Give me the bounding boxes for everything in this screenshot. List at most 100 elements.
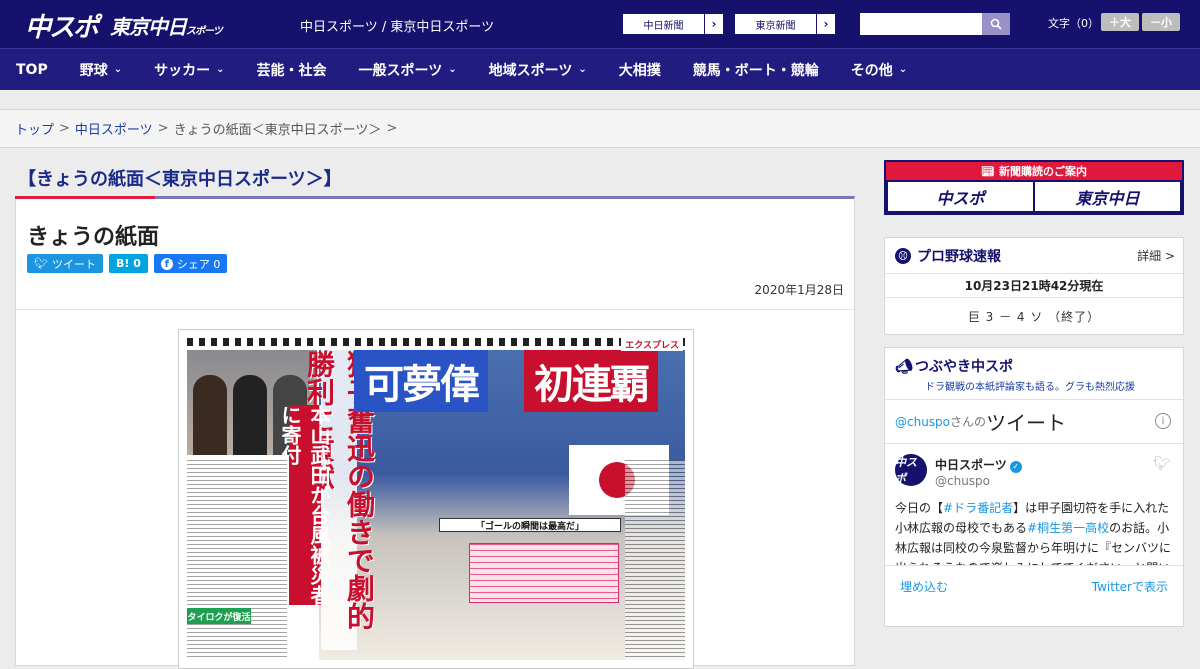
tweet-label: ツイート xyxy=(51,257,96,271)
font-size-label: 文字（0） xyxy=(1048,17,1099,30)
font-smaller-button[interactable]: －小 xyxy=(1142,13,1180,31)
checkered-stripe xyxy=(187,338,685,346)
embed-link[interactable]: 埋め込む xyxy=(900,578,948,595)
score-timestamp: 10月23日21時42分現在 xyxy=(885,274,1183,298)
chevron-down-icon: ⌄ xyxy=(216,64,225,75)
font-larger-button[interactable]: ＋大 xyxy=(1101,13,1139,31)
chevron-down-icon: ⌄ xyxy=(448,64,457,75)
article-title: きょうの紙面 xyxy=(27,225,160,250)
chunichi-shimbun-button[interactable]: 中日新聞 › xyxy=(622,13,724,35)
tweets-by-label: @chuspo さんの ツイート i xyxy=(885,400,1183,444)
tweet-author-handle[interactable]: @chuspo xyxy=(935,474,990,488)
hatena-bookmark-button[interactable]: B! 0 xyxy=(108,254,148,273)
twitter-handle-link[interactable]: @chuspo xyxy=(895,415,950,429)
breadcrumb-separator: > xyxy=(157,121,169,136)
chevron-right-icon: › xyxy=(823,17,829,31)
chevron-right-icon: › xyxy=(711,17,717,31)
main-content: 【きょうの紙面＜東京中日スポーツ＞】 きょうの紙面 🐦︎ ツイート B! 0 f… xyxy=(15,160,855,669)
breadcrumb-separator: > xyxy=(386,121,398,136)
tokyo-chunichi-subscribe-logo[interactable]: 東京中日 xyxy=(1035,182,1180,211)
subscription-heading-label: 新聞購読のご案内 xyxy=(998,165,1087,178)
subscription-logos: 中スポ 東京中日 xyxy=(886,180,1182,213)
nav-item-entertainment[interactable]: 芸能・社会 xyxy=(241,60,343,80)
green-tag: タイロクが復活 xyxy=(187,608,251,624)
breadcrumb: トップ > 中日スポーツ > きょうの紙面＜東京中日スポーツ＞ > xyxy=(0,110,1200,148)
tweets-word: ツイート xyxy=(986,411,1067,435)
baseball-scores-widget: ⚾︎ プロ野球速報 詳細 > 10月23日21時42分現在 巨 3 － 4 ソ … xyxy=(884,237,1184,335)
handle-suffix: さんの xyxy=(950,415,987,429)
info-icon[interactable]: i xyxy=(1155,413,1171,429)
headline-red: 初連覇 xyxy=(524,350,658,412)
avatar[interactable]: 中スポ xyxy=(895,454,927,486)
nav-label: 大相撲 xyxy=(618,62,661,79)
site-links[interactable]: 中日スポーツ / 東京中日スポーツ xyxy=(300,16,494,35)
search-input[interactable] xyxy=(860,13,982,35)
nav-item-baseball[interactable]: 野球 ⌄ xyxy=(64,60,138,80)
breadcrumb-chunichi-sports[interactable]: 中日スポーツ xyxy=(75,119,153,138)
nav-spacer xyxy=(0,90,1200,110)
newspaper-icon: 📰︎ xyxy=(981,164,995,178)
chunichi-shimbun-label: 中日新聞 xyxy=(623,14,705,34)
nav-item-local-sports[interactable]: 地域スポーツ ⌄ xyxy=(473,60,603,80)
search-button[interactable] xyxy=(982,13,1010,35)
top-header: 中スポ 東京中日スポーツ 中日スポーツ / 東京中日スポーツ 中日新聞 › 東京… xyxy=(0,0,1200,48)
nav-item-sumo[interactable]: 大相撲 xyxy=(603,60,677,80)
paper-tagline: エクスプレス xyxy=(621,338,683,351)
nav-item-other[interactable]: その他 ⌄ xyxy=(835,60,923,80)
game-score[interactable]: 巨 3 － 4 ソ （終了） xyxy=(885,298,1183,334)
twitter-widget: 📣︎ つぶやき中スポ ドラ観戦の本紙評論家も語る。グラも熱烈応援 @chuspo… xyxy=(884,347,1184,627)
tweet-text-part: 今日の【 xyxy=(895,501,944,515)
search-icon xyxy=(990,18,1002,30)
nav-label: 一般スポーツ xyxy=(358,62,443,79)
person-figure xyxy=(193,375,227,455)
twitter-bird-icon[interactable]: 🐦︎ xyxy=(1153,456,1171,472)
tokyo-chunichi-logo[interactable]: 東京中日スポーツ xyxy=(110,11,223,40)
divider xyxy=(16,309,854,310)
tweet-item[interactable]: 中スポ 中日スポーツ ✓ @chuspo 🐦︎ 今日の【#ドラ番記者】は甲子園切符… xyxy=(885,444,1183,566)
twitter-widget-title-label: つぶやき中スポ xyxy=(915,359,1013,375)
main-nav: TOP 野球 ⌄ サッカー ⌄ 芸能・社会 一般スポーツ ⌄ 地域スポーツ ⌄ 大相撲 … xyxy=(0,48,1200,90)
hashtag-link[interactable]: #桐生第一高校 xyxy=(1027,521,1109,535)
widget-heading: ⚾︎ プロ野球速報 詳細 > xyxy=(885,238,1183,274)
page-heading: 【きょうの紙面＜東京中日スポーツ＞】 xyxy=(18,169,342,190)
widget-title: プロ野球速報 xyxy=(917,248,1001,265)
chuspo-logo[interactable]: 中スポ xyxy=(25,7,99,44)
chuspo-subscribe-logo[interactable]: 中スポ xyxy=(888,182,1033,211)
nav-label: その他 xyxy=(850,62,893,79)
tokyo-chunichi-logo-sub: スポーツ xyxy=(186,26,223,37)
verified-icon: ✓ xyxy=(1009,461,1022,473)
nav-item-soccer[interactable]: サッカー ⌄ xyxy=(138,60,240,80)
breadcrumb-separator: > xyxy=(59,121,70,136)
nav-item-general-sports[interactable]: 一般スポーツ ⌄ xyxy=(343,60,473,80)
subscription-heading: 📰︎ 新聞購読のご案内 xyxy=(886,162,1182,180)
facebook-share-button[interactable]: f シェア 0 xyxy=(153,254,228,273)
nav-item-top[interactable]: TOP xyxy=(0,62,64,78)
subscription-banner[interactable]: 📰︎ 新聞購読のご案内 中スポ 東京中日 xyxy=(884,160,1184,215)
tweet-button[interactable]: 🐦︎ ツイート xyxy=(27,254,103,273)
details-link[interactable]: 詳細 > xyxy=(1137,247,1175,264)
accent-line xyxy=(15,196,155,199)
breadcrumb-top[interactable]: トップ xyxy=(15,119,54,138)
tokyo-shimbun-label: 東京新聞 xyxy=(735,14,817,34)
goal-caption: 「ゴールの瞬間は最高だ」 xyxy=(439,518,621,532)
nav-item-racing[interactable]: 競馬・ボート・競輪 xyxy=(677,60,835,80)
view-on-twitter-link[interactable]: Twitterで表示 xyxy=(1092,578,1168,595)
tokyo-shimbun-button[interactable]: 東京新聞 › xyxy=(734,13,836,35)
facebook-share-label: シェア 0 xyxy=(176,257,221,271)
tweet-text: 今日の【#ドラ番記者】は甲子園切符を手に入れた小林広報の母校でもある#桐生第一高… xyxy=(895,498,1173,565)
breadcrumb-current: きょうの紙面＜東京中日スポーツ＞ xyxy=(173,123,382,138)
nav-label: サッカー xyxy=(154,62,211,79)
headline-blue: 可夢偉 xyxy=(354,350,488,412)
baseball-icon: ⚾︎ xyxy=(895,247,911,264)
tweet-author-name[interactable]: 中日スポーツ ✓ xyxy=(935,456,1022,473)
newspaper-front-page-image[interactable]: 獅子奮迅の働きで劇的勝利に貢献 可夢偉 初連覇 本山武田が台風被災者に寄付 「ゴ… xyxy=(178,329,694,669)
nav-label: 地域スポーツ xyxy=(488,62,573,79)
hashtag-link[interactable]: #ドラ番記者 xyxy=(943,501,1013,515)
share-buttons: 🐦︎ ツイート B! 0 f シェア 0 xyxy=(27,254,228,273)
chevron-down-icon: ⌄ xyxy=(898,64,908,75)
facebook-icon: f xyxy=(160,257,173,270)
twitter-widget-subtitle: ドラ観戦の本紙評論家も語る。グラも熱烈応援 xyxy=(925,382,1135,393)
twitter-bird-icon: 🐦︎ xyxy=(34,257,48,270)
twitter-widget-footer: 埋め込む Twitterで表示 xyxy=(885,566,1183,606)
text-column xyxy=(187,460,287,660)
